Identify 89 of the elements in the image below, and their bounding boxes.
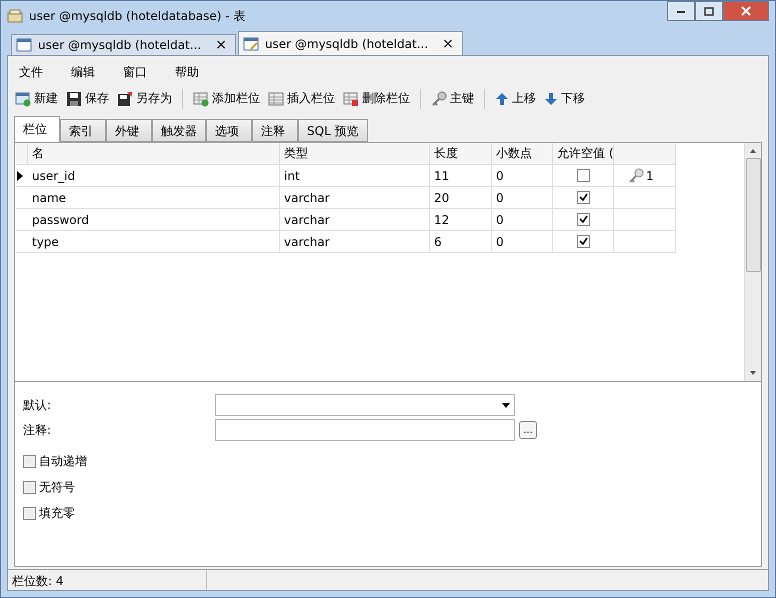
field-label: 默认: [23,396,52,414]
document-tab[interactable]: user @mysqldb (hoteldat... × [238,31,463,55]
table-cell: password [28,209,280,231]
tab[interactable]: SQL 预览 [298,119,368,142]
status-text: 栏位数: 4 [8,570,207,590]
table-cell: 0 [492,209,553,231]
checkbox[interactable] [23,455,36,468]
menu-item[interactable]: 窗口 [118,62,152,83]
close-icon [741,6,751,16]
table-cell: varchar [280,187,430,209]
key-order: 1 [646,168,654,182]
table-cell: name [28,187,280,209]
document-tab[interactable]: user @mysqldb (hoteldat... × [11,34,236,55]
table-icon [242,36,259,50]
browse-button[interactable]: ... [519,421,537,439]
current-row-icon [16,170,24,180]
table-plus-icon [15,90,31,106]
toolbar-button[interactable]: 插入栏位 [265,88,338,109]
checkbox[interactable] [576,169,590,182]
tab[interactable]: 索引 [60,119,106,142]
restore-icon [704,6,714,16]
tab-label: user @mysqldb (hoteldat... [38,38,202,52]
scroll-up-icon[interactable] [749,147,757,155]
tab[interactable]: 触发器 [152,119,206,142]
tab[interactable]: 注释 [252,119,298,142]
checkbox[interactable] [576,191,590,204]
table-cell: 6 [430,231,492,253]
key-icon [628,168,644,184]
toolbar-button[interactable]: 添加栏位 [190,88,263,109]
column-header: 名 [28,143,280,165]
table-cell: varchar [280,209,430,231]
checkbox[interactable] [576,213,590,226]
toolbar-button[interactable]: 上移 [492,88,539,109]
table-cell: int [280,165,430,187]
close-tab-button[interactable]: × [442,36,454,52]
table-cell: 0 [492,187,553,209]
table-cell: 0 [492,231,553,253]
window-title: user @mysqldb (hoteldatabase) - 表 [29,8,246,24]
toolbar-button[interactable]: 保存 [63,88,112,109]
table-cell: 20 [430,187,492,209]
restore-button[interactable] [695,1,723,21]
table-icon [268,90,284,106]
checkbox-label: 无符号 [39,479,75,496]
close-tab-button[interactable]: × [215,37,227,53]
column-header: 类型 [280,143,430,165]
checkbox-label: 自动递增 [39,453,87,470]
table-plus-icon [193,90,209,106]
caret-icon [502,402,510,408]
column-header: 小数点 [492,143,553,165]
table-cell: user_id [28,165,280,187]
toolbar-button[interactable]: 新建 [12,88,61,109]
toolbar-button[interactable]: 另存为 [114,88,175,109]
tab-label: user @mysqldb (hoteldat... [264,36,428,50]
key-icon [431,90,447,106]
save-as-icon [117,90,133,106]
tab[interactable]: 选项 [206,119,252,142]
minimize-icon [676,8,686,14]
table-cell: 12 [430,209,492,231]
tab[interactable]: 外键 [106,119,152,142]
toolbar-button[interactable]: 主键 [428,88,477,109]
minimize-button[interactable] [667,1,695,21]
scroll-down-icon[interactable] [749,369,757,377]
checkbox[interactable] [23,507,36,520]
default-dropdown[interactable] [215,394,515,416]
toolbar-button[interactable]: 下移 [541,88,588,109]
table-icon [16,38,32,52]
checkbox[interactable] [23,481,36,494]
tab[interactable]: 栏位 [14,116,60,142]
checkbox[interactable] [576,235,590,248]
arrow-down-icon [544,92,558,106]
column-header: 允许空值 ( [553,143,614,165]
app-icon [7,9,23,23]
scrollbar[interactable] [744,143,761,381]
table-cell: 0 [492,165,553,187]
checkbox-label: 填充零 [39,505,75,522]
arrow-up-icon [495,92,509,106]
save-icon [66,90,82,106]
menu-item[interactable]: 文件 [14,62,48,83]
close-button[interactable] [723,1,769,21]
comment-field[interactable] [215,419,515,441]
table-delete-icon [343,90,359,106]
menu-item[interactable]: 编辑 [66,62,100,83]
toolbar-button[interactable]: 删除栏位 [340,88,413,109]
menu-item[interactable]: 帮助 [170,62,204,83]
column-header: 长度 [430,143,492,165]
field-label: 注释: [23,422,52,438]
table-cell: varchar [280,231,430,253]
table-cell: type [28,231,280,253]
table-cell: 11 [430,165,492,187]
